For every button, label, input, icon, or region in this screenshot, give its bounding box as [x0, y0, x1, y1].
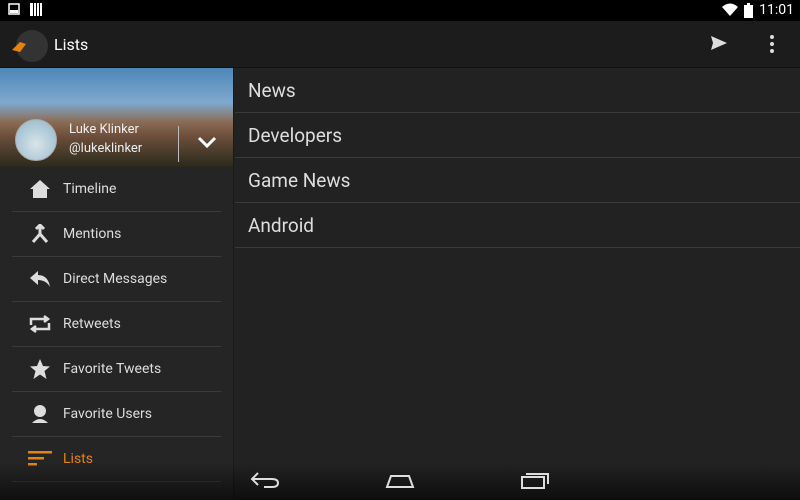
drawer-item-retweets[interactable]: Retweets [12, 302, 221, 347]
divider [178, 126, 179, 162]
recent-apps-icon[interactable] [520, 470, 550, 490]
drawer-item-direct-messages[interactable]: Direct Messages [12, 257, 221, 302]
retweet-icon [26, 315, 54, 333]
app-logo-icon[interactable] [10, 26, 48, 64]
status-bar: 11:01 [0, 0, 800, 21]
overflow-menu-icon[interactable] [768, 34, 776, 54]
drawer-item-label: Mentions [63, 226, 122, 242]
navigation-drawer: Luke Klinker @lukeklinker Timeline Menti… [0, 68, 234, 500]
drawer-item-favorite-tweets[interactable]: Favorite Tweets [12, 347, 221, 392]
user-icon [26, 404, 54, 424]
drawer-item-label: Favorite Tweets [63, 361, 162, 377]
account-header[interactable]: Luke Klinker @lukeklinker [0, 68, 233, 167]
action-bar: Lists [0, 21, 800, 68]
drawer-item-label: Favorite Users [63, 406, 153, 422]
user-handle: @lukeklinker [69, 141, 143, 156]
list-item[interactable]: Android [235, 203, 800, 248]
drawer-item-mentions[interactable]: Mentions [12, 212, 221, 257]
list-item[interactable]: Developers [235, 113, 800, 158]
page-title: Lists [54, 35, 89, 54]
mentions-icon [26, 224, 54, 244]
drawer-item-label: Timeline [63, 181, 117, 197]
drawer-item-label: Retweets [63, 316, 121, 332]
battery-icon [744, 2, 754, 18]
drawer-item-timeline[interactable]: Timeline [12, 167, 221, 212]
wifi-icon [722, 3, 739, 16]
back-icon[interactable] [250, 470, 280, 490]
barcode-notification-icon [30, 3, 42, 16]
send-icon[interactable] [710, 34, 728, 52]
reply-icon [26, 270, 54, 288]
clock: 11:01 [759, 2, 794, 18]
home-icon [26, 179, 54, 199]
user-name: Luke Klinker [69, 122, 139, 137]
image-notification-icon [8, 3, 20, 15]
chevron-down-icon[interactable] [197, 136, 217, 148]
drawer-item-label: Direct Messages [63, 271, 168, 287]
star-icon [26, 358, 54, 380]
list-item[interactable]: News [235, 68, 800, 113]
home-button-icon[interactable] [385, 470, 415, 490]
list-item[interactable]: Game News [235, 158, 800, 203]
lists-list: News Developers Game News Android [235, 68, 800, 248]
avatar[interactable] [15, 119, 57, 161]
system-navigation-bar [0, 462, 800, 500]
drawer-item-favorite-users[interactable]: Favorite Users [12, 392, 221, 437]
